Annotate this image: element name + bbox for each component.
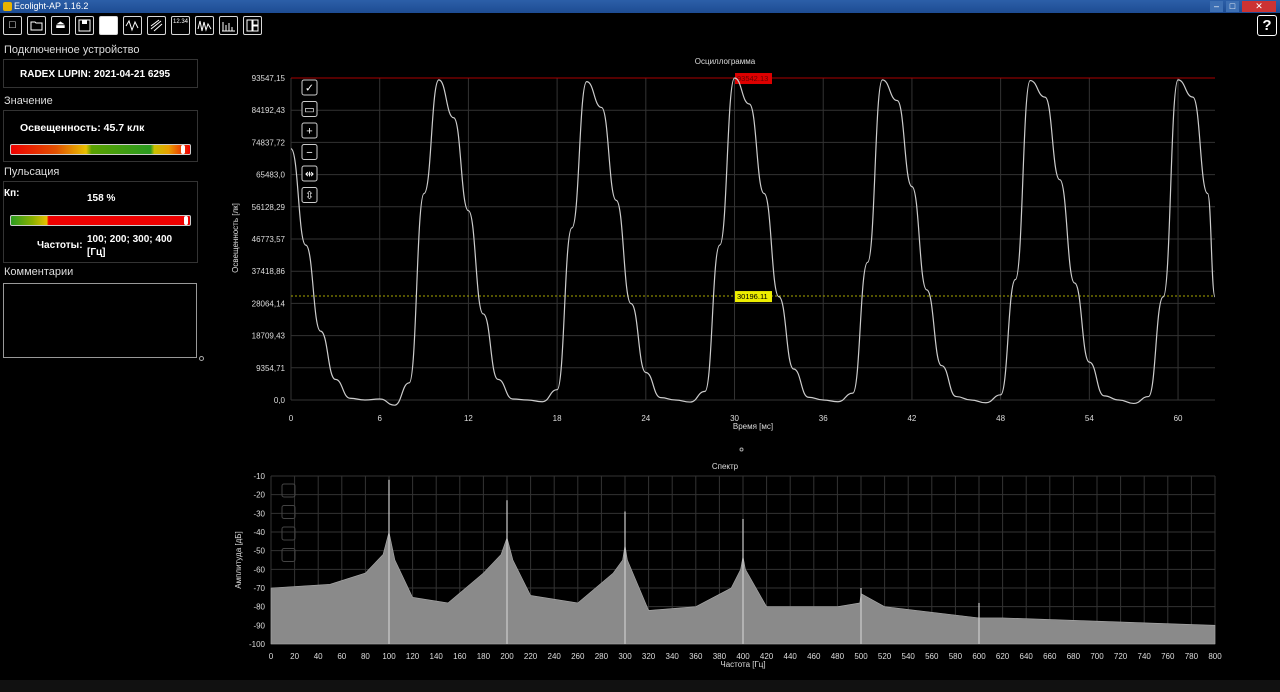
oscillogram-x-tick: 0 [289,414,294,423]
spectrum-x-tick: 620 [996,652,1010,661]
spectrum-x-tick: 740 [1138,652,1152,661]
spectrum-y-tick: -100 [249,640,266,649]
oscillogram-x-tick: 54 [1085,414,1094,423]
spectrum-x-tick: 360 [689,652,703,661]
oscillogram-y-tick: 65483,0 [256,171,285,180]
spectrum-y-tick: -30 [253,509,265,518]
splitter-handle [739,447,744,452]
spectrum-x-tick: 480 [831,652,845,661]
spectrum-x-tick: 540 [902,652,916,661]
spectrum-zoom-in-icon [281,526,296,541]
spectrum-x-tick: 240 [548,652,562,661]
spectrum-x-tick: 180 [477,652,491,661]
oscillogram-waveform [290,77,1216,406]
spectrum-title: Спектр [712,462,739,471]
spectrum-y-tick: -40 [253,528,265,537]
spectrum-x-tick: 800 [1208,652,1222,661]
status-bar [0,680,1280,692]
fit-icon-glyph: ▭ [304,104,314,116]
spectrum-x-tick: 440 [784,652,798,661]
spectrum-x-tick: 720 [1114,652,1128,661]
pan-horizontal-icon-glyph: ⇹ [305,169,314,181]
spectrum-x-tick: 80 [361,652,370,661]
spectrum-x-tick: 0 [269,652,274,661]
oscillogram-x-tick: 36 [819,414,828,423]
spectrum-y-tick: -20 [253,491,265,500]
spectrum-y-tick: -50 [253,547,265,556]
spectrum-x-tick: 120 [406,652,420,661]
spectrum-ylabel: Амплитуда [дБ] [234,531,243,589]
spectrum-x-tick: 600 [972,652,986,661]
oscillogram-y-tick: 28064,14 [252,299,286,308]
spectrum-fit-icon [281,505,296,519]
oscillogram-x-tick: 24 [641,414,650,423]
charts-canvas: Осциллограмма93547,1584192,4374837,72654… [231,57,1222,669]
spectrum-x-tick: 260 [571,652,585,661]
oscillogram-x-tick: 42 [907,414,916,423]
spectrum-y-tick: -90 [253,621,265,630]
spectrum-x-tick: 680 [1067,652,1081,661]
zoom-in-icon-glyph: + [306,126,312,138]
spectrum-x-tick: 200 [500,652,514,661]
spectrum-x-tick: 780 [1185,652,1199,661]
spectrum-x-tick: 660 [1043,652,1057,661]
oscillogram-x-tick: 60 [1174,414,1183,423]
spectrum-x-tick: 760 [1161,652,1175,661]
oscillogram-x-tick: 48 [996,414,1005,423]
spectrum-x-tick: 640 [1020,652,1034,661]
oscillogram-y-tick: 46773,57 [252,235,286,244]
spectrum-y-tick: -80 [253,603,265,612]
oscillogram-title: Осциллограмма [695,57,756,66]
oscillogram-y-tick: 37418,86 [252,267,286,276]
spectrum-x-tick: 580 [949,652,963,661]
spectrum-x-tick: 20 [290,652,299,661]
autoscale-icon-glyph: ✓ [305,83,314,95]
pan-vertical-icon-glyph: ⇳ [305,190,314,202]
zoom-out-icon-glyph: − [306,147,312,159]
spectrum-x-tick: 500 [854,652,868,661]
spectrum-x-tick: 60 [337,652,346,661]
max-label: 93542.13 [737,74,768,83]
oscillogram-x-tick: 12 [464,414,473,423]
oscillogram-x-tick: 6 [377,414,382,423]
spectrum-x-tick: 140 [430,652,444,661]
spectrum-x-tick: 560 [925,652,939,661]
spectrum-y-tick: -70 [253,584,265,593]
spectrum-x-tick: 320 [642,652,656,661]
spectrum-xlabel: Частота [Гц] [720,660,765,669]
oscillogram-y-tick: 56128,29 [252,203,286,212]
oscillogram-ylabel: Освещенность [лк] [231,203,240,273]
spectrum-x-tick: 300 [618,652,632,661]
oscillogram-y-tick: 0,0 [274,396,286,405]
spectrum-x-tick: 220 [524,652,538,661]
oscillogram-x-tick: 18 [553,414,562,423]
spectrum-x-tick: 100 [382,652,396,661]
spectrum-y-tick: -60 [253,565,265,574]
oscillogram-y-tick: 18709,43 [252,332,286,341]
oscillogram-y-tick: 9354,71 [256,364,285,373]
spectrum-x-tick: 520 [878,652,892,661]
average-label: 30196.11 [737,292,768,301]
spectrum-x-tick: 460 [807,652,821,661]
spectrum-x-tick: 340 [666,652,680,661]
spectrum-x-tick: 160 [453,652,467,661]
spectrum-y-tick: -10 [253,472,265,481]
spectrum-x-tick: 280 [595,652,609,661]
oscillogram-y-tick: 84192,43 [252,106,286,115]
oscillogram-y-tick: 93547,15 [252,74,286,83]
oscillogram-y-tick: 74837,72 [252,138,286,147]
spectrum-x-tick: 40 [314,652,323,661]
spectrum-x-tick: 700 [1090,652,1104,661]
oscillogram-xlabel: Время [мс] [733,422,773,431]
